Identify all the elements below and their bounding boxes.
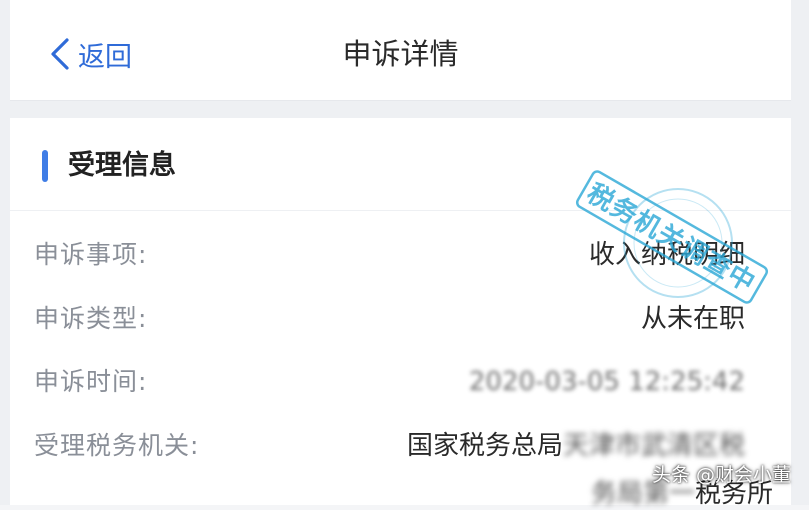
row-appeal-item: 申诉事项: 收入纳税明细 bbox=[0, 230, 781, 280]
section-accent-bar bbox=[42, 150, 48, 182]
row-appeal-type: 申诉类型: 从未在职 bbox=[0, 294, 781, 344]
row-label: 申诉类型: bbox=[34, 304, 148, 333]
row-label: 申诉时间: bbox=[34, 367, 148, 396]
nav-bar: 返回 申诉详情 bbox=[10, 0, 791, 101]
row-value: 2020-03-05 12:25:42 bbox=[468, 367, 745, 397]
page-title: 申诉详情 bbox=[342, 37, 459, 71]
row-value: 收入纳税明细 bbox=[588, 240, 745, 270]
screen: 返回 申诉详情 受理信息 申诉事项: 收入纳税明细 申诉类型: 从未在职 申诉时… bbox=[0, 0, 809, 509]
row-value-visible: 国家税务总局 bbox=[406, 431, 563, 461]
row-appeal-time: 申诉时间: 2020-03-05 12:25:42 bbox=[0, 357, 781, 407]
row-value-hidden: 天津市武清区税 bbox=[562, 431, 745, 461]
section-header: 受理信息 bbox=[10, 118, 791, 211]
row-value: 从未在职 bbox=[640, 304, 745, 334]
row-label: 受理税务机关: bbox=[34, 431, 200, 460]
row-label: 申诉事项: bbox=[34, 240, 148, 269]
watermark: 头条 @财会小董 bbox=[651, 464, 791, 486]
section-title: 受理信息 bbox=[68, 150, 176, 181]
